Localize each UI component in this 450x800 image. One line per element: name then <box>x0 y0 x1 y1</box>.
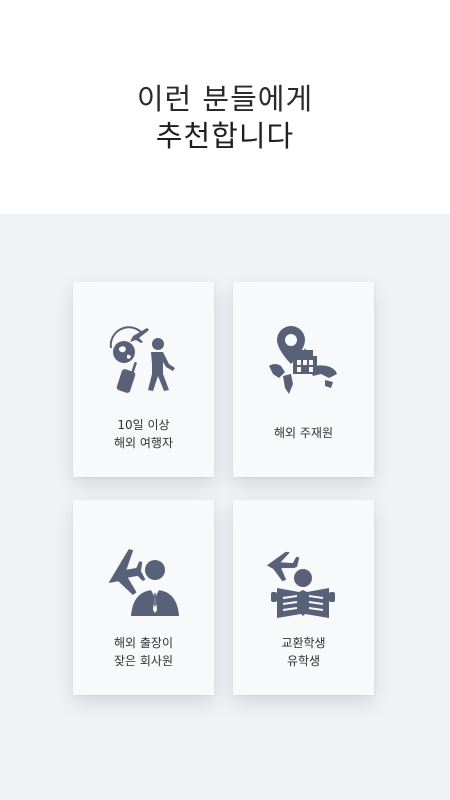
airplane-businessman-icon <box>108 548 179 616</box>
header-section: 이런 분들에게 추천합니다 <box>0 0 450 214</box>
traveler-icon <box>109 326 175 393</box>
recommendation-grid: 10일 이상 해외 여행자 해외 주재원 해외 출장이 잦은 회사원 교환학생 … <box>0 214 450 800</box>
map-pin-world-icon <box>269 326 337 394</box>
card-exchange-student[interactable]: 교환학생 유학생 <box>233 500 374 695</box>
student-reading-icon <box>266 551 335 618</box>
heading-line-1: 이런 분들에게 <box>136 82 314 116</box>
card-long-term-traveler[interactable]: 10일 이상 해외 여행자 <box>73 282 214 477</box>
card-label: 해외 출장이 잦은 회사원 <box>113 636 173 668</box>
heading-line-2: 추천합니다 <box>155 119 295 153</box>
card-label: 교환학생 유학생 <box>281 636 326 668</box>
card-expatriate[interactable]: 해외 주재원 <box>233 282 374 477</box>
card-business-traveler[interactable]: 해외 출장이 잦은 회사원 <box>73 500 214 695</box>
card-label: 10일 이상 해외 여행자 <box>113 418 173 450</box>
card-label: 해외 주재원 <box>273 426 333 440</box>
